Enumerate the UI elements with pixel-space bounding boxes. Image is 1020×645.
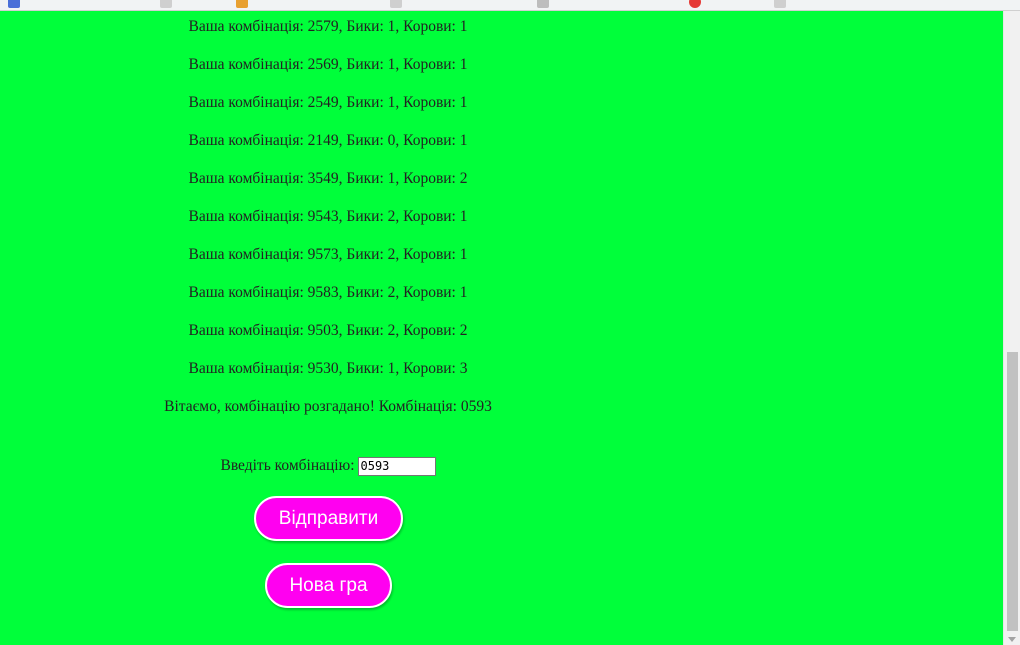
success-message: Вітаємо, комбінацію розгадано! Комбінаці… bbox=[164, 398, 492, 415]
bookmark-page-icon[interactable] bbox=[390, 0, 402, 8]
guess-result: Ваша комбінація: 2549, Бики: 1, Корови: … bbox=[188, 94, 468, 111]
bookmark-page-icon[interactable] bbox=[774, 0, 786, 8]
bookmark-icon[interactable] bbox=[537, 0, 549, 8]
scrollbar-thumb[interactable] bbox=[1007, 352, 1018, 631]
bookmark-page-icon[interactable] bbox=[160, 0, 172, 8]
vertical-scrollbar[interactable] bbox=[1003, 11, 1020, 645]
guess-result: Ваша комбінація: 9503, Бики: 2, Корови: … bbox=[188, 322, 468, 339]
bookmark-icon[interactable] bbox=[689, 0, 701, 8]
combination-input[interactable] bbox=[357, 456, 436, 476]
page-viewport: Ваша комбінація: 2579, Бики: 1, Корови: … bbox=[0, 11, 1003, 645]
combination-input-label: Введіть комбінацію: bbox=[220, 457, 355, 474]
guess-result: Ваша комбінація: 9543, Бики: 2, Корови: … bbox=[188, 208, 468, 225]
bookmark-icon[interactable] bbox=[236, 0, 248, 8]
guess-result: Ваша комбінація: 2149, Бики: 0, Корови: … bbox=[188, 132, 468, 149]
scroll-down-arrow-icon[interactable] bbox=[1008, 637, 1016, 642]
guess-result: Ваша комбінація: 3549, Бики: 1, Корови: … bbox=[188, 170, 468, 187]
guess-result: Ваша комбінація: 2569, Бики: 1, Корови: … bbox=[188, 56, 468, 73]
bookmark-icon[interactable] bbox=[8, 0, 20, 8]
guess-result: Ваша комбінація: 9573, Бики: 2, Корови: … bbox=[188, 246, 468, 263]
bookmarks-bar bbox=[0, 0, 1020, 11]
guess-result: Ваша комбінація: 9583, Бики: 2, Корови: … bbox=[188, 284, 468, 301]
submit-button[interactable]: Відправити bbox=[254, 496, 403, 541]
guess-result: Ваша комбінація: 2579, Бики: 1, Корови: … bbox=[188, 18, 468, 35]
guess-result: Ваша комбінація: 9530, Бики: 1, Корови: … bbox=[188, 360, 468, 377]
new-game-button[interactable]: Нова гра bbox=[265, 563, 392, 608]
combination-input-row: Введіть комбінацію: bbox=[0, 455, 656, 477]
